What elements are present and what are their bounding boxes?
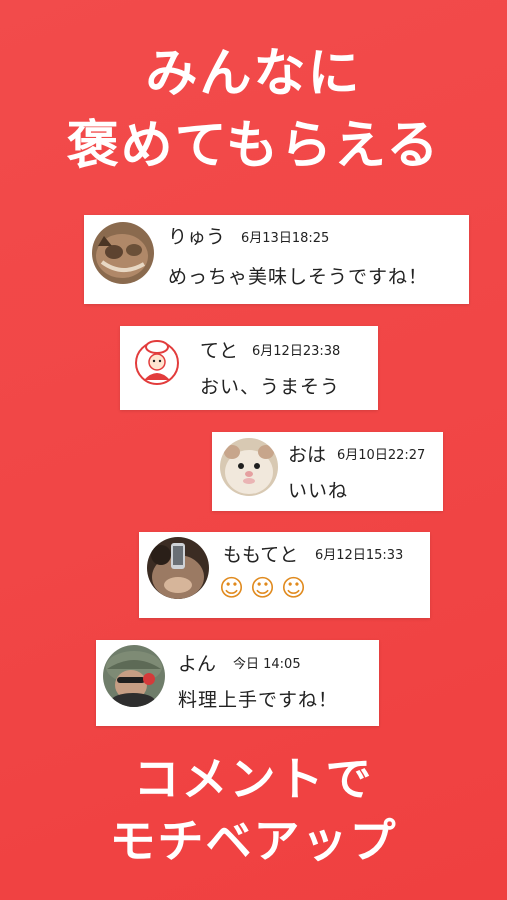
comment-time: 6月12日23:38 (252, 344, 341, 359)
comment-time: 6月12日15:33 (315, 548, 404, 563)
comment-card-3: おは 6月10日22:27 いいね (212, 432, 443, 511)
headline-line-2: モチベアップ (109, 814, 398, 868)
comment-text: ☺☺☺ (219, 574, 313, 602)
headline-line-1: みんなに (145, 44, 362, 104)
comment-text: 料理上手ですね！ (178, 689, 339, 711)
selfie-avatar (147, 537, 209, 599)
comment-card-4: ももてと 6月12日15:33 ☺☺☺ (139, 532, 430, 618)
cat-avatar (92, 222, 154, 284)
comment-name: よん (178, 653, 217, 675)
comment-name: てと (200, 340, 239, 362)
comment-name: りゅう (168, 226, 226, 248)
top-headline: みんなに 褒めてもらえる (0, 38, 507, 182)
chef-avatar (132, 336, 182, 386)
hat-avatar (103, 645, 165, 707)
comment-time: 6月13日18:25 (241, 231, 330, 246)
comment-text: おい、うまそう (200, 376, 341, 398)
comment-card-5: よん 今日 14:05 料理上手ですね！ (96, 640, 379, 726)
comment-card-1: りゅう 6月13日18:25 めっちゃ美味しそうですね！ (84, 215, 469, 304)
headline-line-2: 褒めてもらえる (66, 116, 441, 176)
comment-time: 6月10日22:27 (337, 448, 426, 463)
hamster-avatar (220, 438, 278, 496)
comment-text: いいね (288, 480, 349, 502)
comment-name: おは (288, 444, 327, 466)
headline-line-1: コメントで (133, 752, 374, 806)
comment-time: 今日 14:05 (233, 657, 301, 672)
comment-text: めっちゃ美味しそうですね！ (168, 266, 429, 288)
comment-card-2: てと 6月12日23:38 おい、うまそう (120, 326, 378, 410)
bottom-headline: コメントで モチベアップ (0, 748, 507, 872)
comment-name: ももてと (223, 544, 299, 566)
